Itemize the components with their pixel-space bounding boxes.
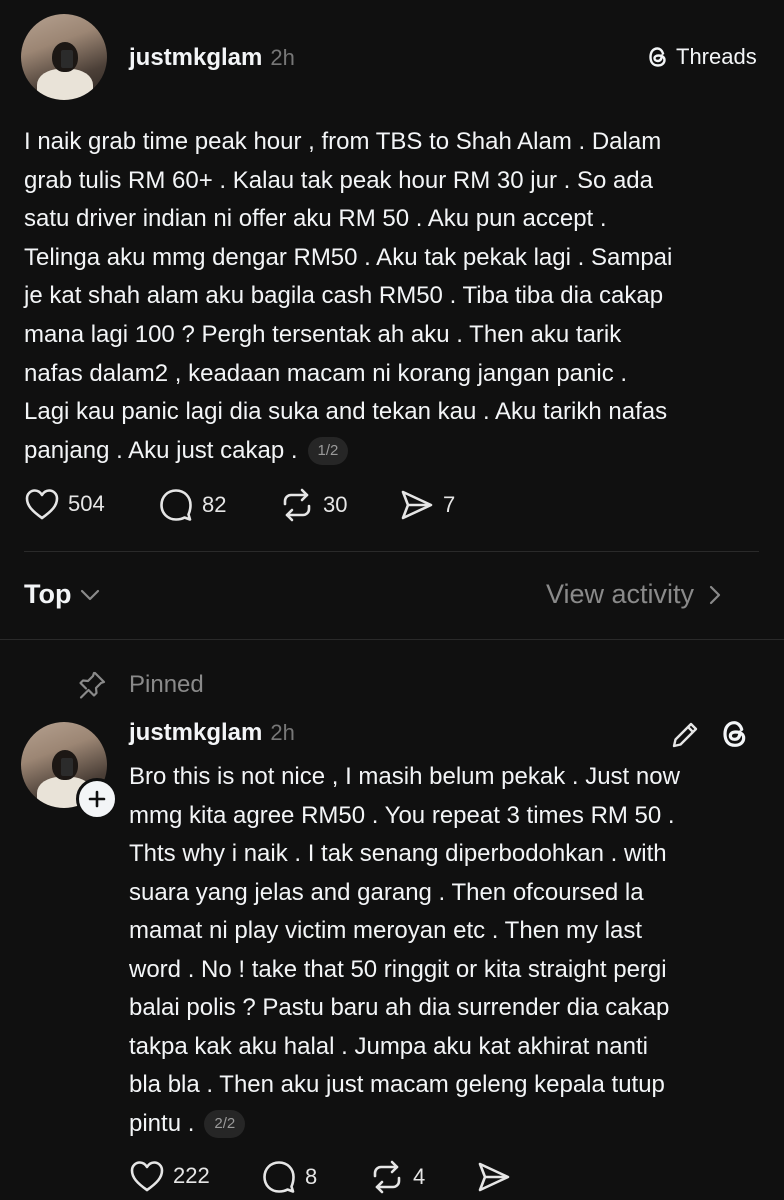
plus-icon (88, 790, 106, 808)
post-header: justmkglam 2h (129, 44, 295, 72)
post-body: I naik grab time peak hour , from TBS to… (24, 123, 774, 470)
pin-icon (79, 671, 106, 699)
reply-button[interactable]: 82 (158, 487, 226, 523)
reply-body: Bro this is not nice , I masih belum pek… (129, 758, 774, 1143)
follow-button[interactable] (76, 778, 118, 820)
threads-logo-button[interactable] (719, 717, 751, 756)
sort-label: Top (24, 579, 72, 609)
reply-share-button[interactable] (476, 1159, 520, 1195)
reply-like-button[interactable]: 222 (129, 1159, 210, 1193)
repost-icon (283, 488, 311, 522)
username[interactable]: justmkglam (129, 44, 262, 71)
reply-repost-button[interactable]: 4 (369, 1159, 425, 1195)
pencil-icon (672, 722, 698, 748)
comment-icon (263, 1161, 295, 1193)
page-indicator: 1/2 (307, 436, 349, 465)
edit-button[interactable] (670, 718, 702, 755)
threads-brand[interactable]: Threads (646, 44, 757, 70)
send-icon (401, 490, 433, 520)
repost-count: 30 (323, 492, 348, 517)
reply-comment-button[interactable]: 8 (261, 1159, 317, 1195)
like-count: 504 (68, 491, 105, 516)
view-activity-link[interactable]: View activity (546, 579, 722, 610)
reply-page-indicator: 2/2 (204, 1109, 246, 1138)
repost-button[interactable]: 30 (279, 487, 347, 523)
heart-icon (25, 489, 59, 520)
threads-logo-icon (649, 47, 666, 67)
post-text: I naik grab time peak hour , from TBS to… (24, 128, 673, 464)
heart-icon (130, 1161, 164, 1192)
comment-icon (160, 489, 192, 521)
avatar[interactable] (21, 14, 107, 100)
send-icon (478, 1162, 510, 1192)
post-time: 2h (270, 45, 295, 70)
reply-time: 2h (270, 720, 295, 745)
chevron-right-icon (709, 585, 721, 604)
reply-comment-count: 8 (305, 1164, 318, 1189)
like-button[interactable]: 504 (24, 487, 105, 521)
reply-text: Bro this is not nice , I masih belum pek… (129, 763, 680, 1137)
share-button[interactable]: 7 (399, 487, 455, 523)
view-activity-label: View activity (546, 579, 695, 609)
share-count: 7 (443, 492, 456, 517)
repost-icon (373, 1160, 401, 1194)
reply-count: 82 (202, 492, 227, 517)
chevron-down-icon (81, 589, 100, 600)
threads-logo-icon (723, 721, 746, 747)
reply-username[interactable]: justmkglam (129, 719, 262, 746)
section-separator (0, 639, 784, 640)
sort-dropdown[interactable]: Top (24, 579, 101, 610)
reply-like-count: 222 (173, 1163, 210, 1188)
pinned-label: Pinned (129, 671, 204, 698)
divider (24, 551, 759, 552)
reply-header: justmkglam 2h (129, 719, 295, 747)
reply-repost-count: 4 (413, 1164, 426, 1189)
threads-label: Threads (676, 44, 757, 69)
pinned-indicator: Pinned (76, 669, 204, 701)
